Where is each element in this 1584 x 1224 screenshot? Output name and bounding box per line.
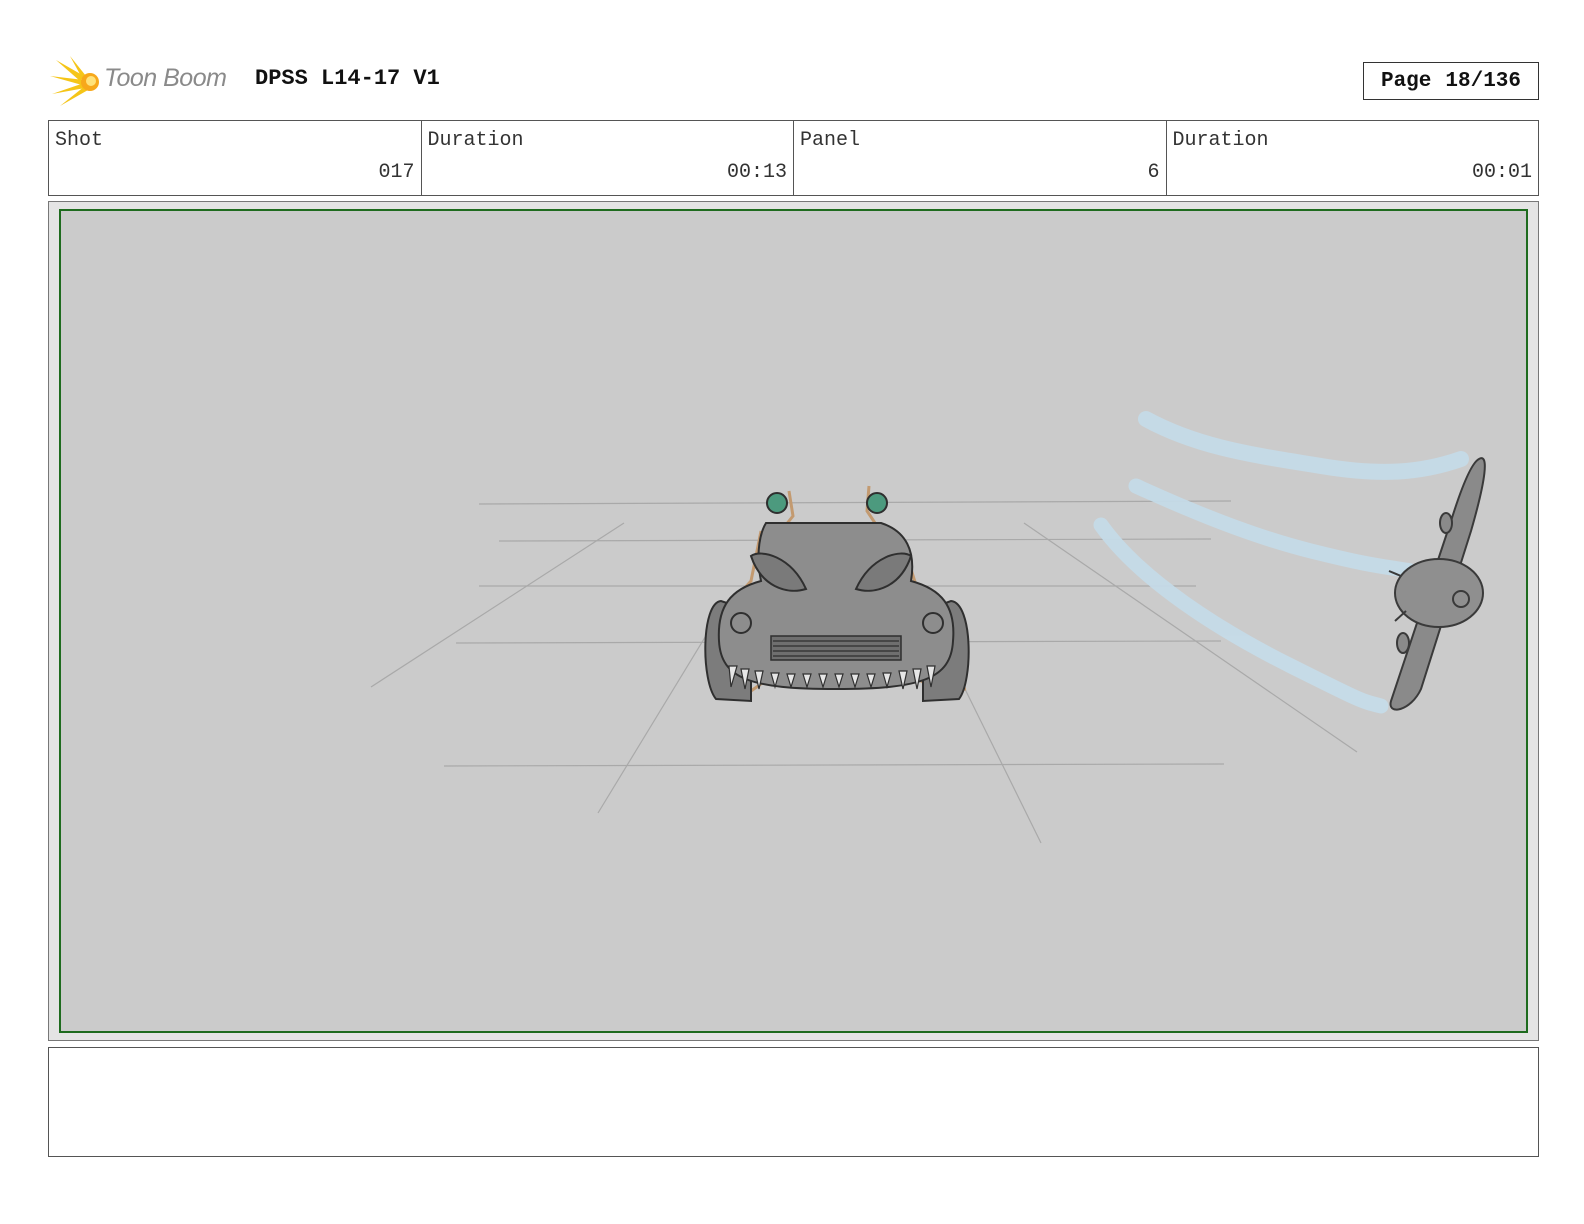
- panel-notes-box: [48, 1047, 1539, 1157]
- airplane-sketch: [1388, 457, 1486, 711]
- shot-duration-value: 00:13: [726, 161, 787, 184]
- shot-duration-label: Duration: [427, 129, 524, 152]
- page-indicator: Page 18/136: [1363, 62, 1539, 100]
- page-label: Page: [1380, 69, 1432, 93]
- panel-duration-label: Duration: [1172, 129, 1269, 152]
- shot-info-table: Shot 017 Duration 00:13 Panel 6 Duration…: [48, 120, 1539, 196]
- panel-sketch-drawing: [370, 411, 1486, 844]
- panel-value: 6: [1147, 161, 1160, 184]
- panel-cell: Panel 6: [794, 121, 1167, 195]
- panel-duration-value: 00:01: [1471, 161, 1532, 184]
- page-number: 18/136: [1445, 69, 1522, 93]
- document-title: DPSS L14-17 V1: [255, 66, 440, 91]
- storyboard-panel-image: [59, 209, 1528, 1033]
- starburst-logo-icon: [50, 56, 99, 106]
- monster-car-sketch: [704, 485, 970, 703]
- panel-label: Panel: [800, 129, 861, 152]
- shot-label: Shot: [55, 129, 104, 152]
- shot-value: 017: [378, 161, 415, 184]
- shot-duration-cell: Duration 00:13: [422, 121, 794, 195]
- toon-boom-logo: Toon Boom: [50, 54, 240, 108]
- logo-wordmark: Toon Boom: [104, 64, 227, 92]
- shot-cell: Shot 017: [49, 121, 422, 195]
- panel-duration-cell: Duration 00:01: [1167, 121, 1539, 195]
- storyboard-panel-frame: [48, 201, 1539, 1041]
